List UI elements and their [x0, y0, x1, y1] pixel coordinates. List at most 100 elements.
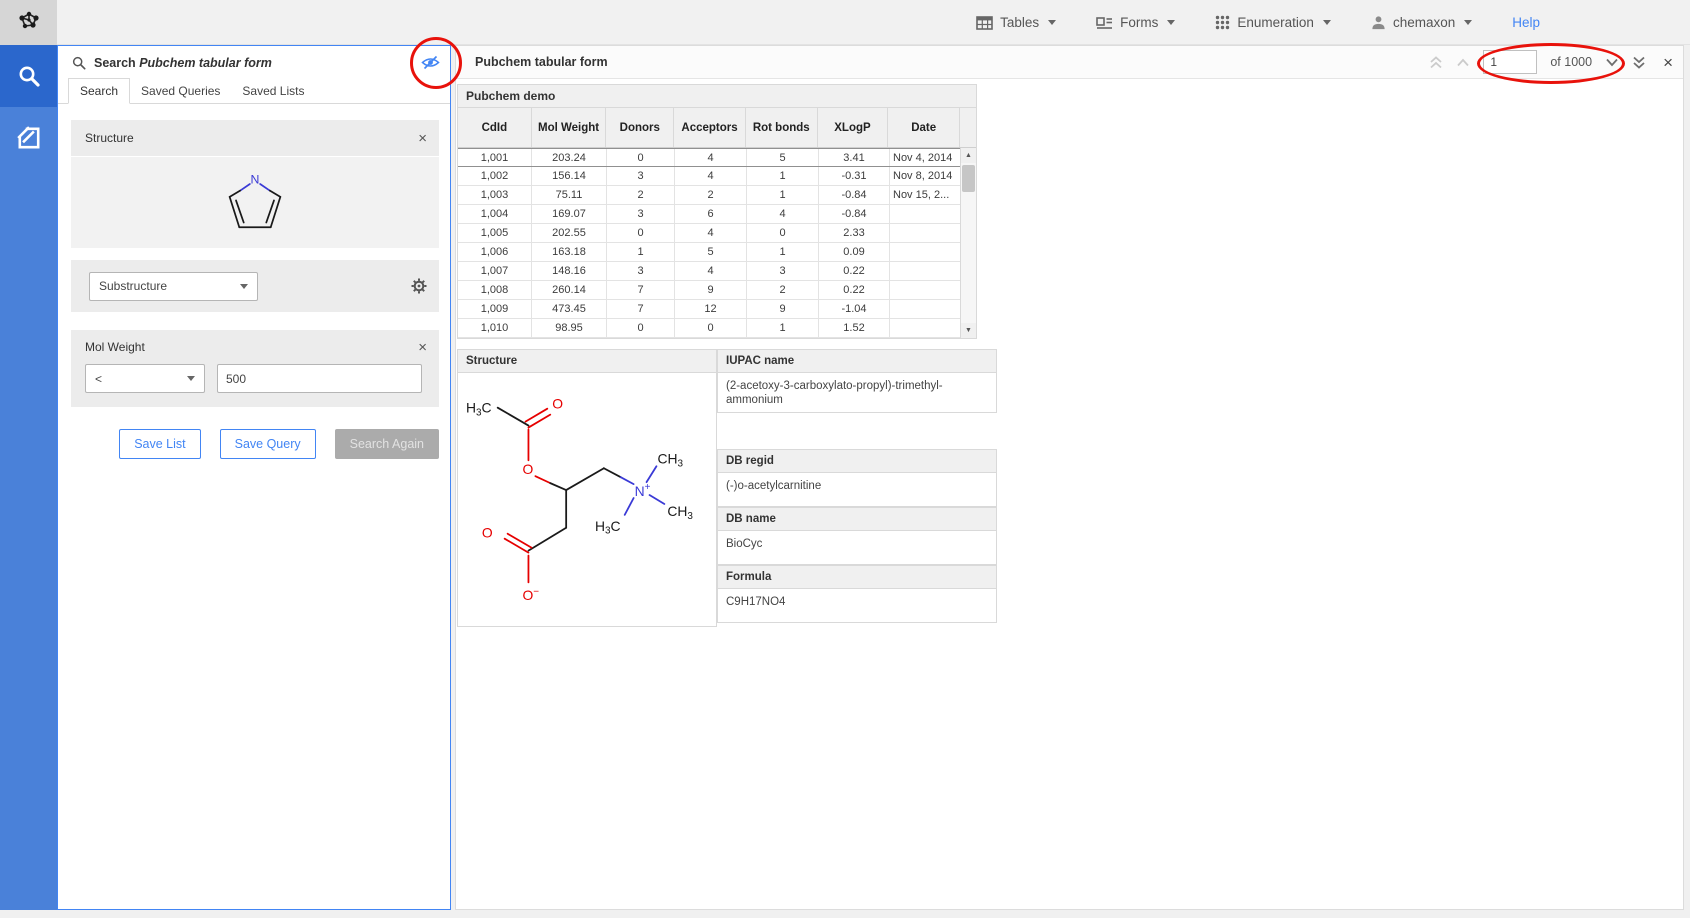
hide-panel-eye-button[interactable] — [421, 55, 440, 70]
table-cell — [890, 224, 962, 242]
table-row[interactable]: 1,008260.147920.22 — [458, 281, 976, 300]
form-title-bar: Pubchem tabular form of 1000 — [456, 46, 1683, 79]
column-header[interactable]: CdId — [458, 108, 532, 147]
record-pager: of 1000 × — [1429, 50, 1673, 74]
column-header[interactable]: Date — [888, 108, 960, 147]
table-row[interactable]: 1,007148.163430.22 — [458, 262, 976, 281]
chevron-down-icon — [1464, 20, 1472, 25]
double-chevron-down-icon — [1632, 56, 1646, 69]
scroll-down-button[interactable]: ▼ — [961, 323, 976, 338]
next-record-button[interactable] — [1605, 58, 1619, 67]
menu-enumeration-label: Enumeration — [1237, 15, 1314, 30]
table-row[interactable]: 1,009473.457129-1.04 — [458, 300, 976, 319]
table-cell: -1.04 — [819, 300, 890, 318]
table-cell: 260.14 — [532, 281, 607, 299]
table-row[interactable]: 1,001203.240453.41Nov 4, 2014 — [458, 148, 976, 167]
tab-saved-lists[interactable]: Saved Lists — [231, 79, 315, 103]
first-record-button[interactable] — [1429, 56, 1443, 69]
search-type-value: Substructure — [99, 279, 167, 293]
molweight-operator-dropdown[interactable]: < — [85, 364, 205, 393]
previous-record-button[interactable] — [1456, 58, 1470, 67]
table-cell: 0 — [607, 224, 675, 242]
table-cell: 4 — [675, 167, 747, 185]
table-row[interactable]: 1,005202.550402.33 — [458, 224, 976, 243]
chevron-down-icon — [187, 376, 195, 381]
molweight-field-header: Mol Weight × — [85, 330, 427, 364]
sidebar-item-form-editor[interactable] — [0, 107, 57, 169]
table-row[interactable]: 1,006163.181510.09 — [458, 243, 976, 262]
pyrrole-structure-drawing: N — [216, 166, 294, 240]
form-editor-icon — [16, 125, 42, 151]
menu-forms[interactable]: Forms — [1096, 15, 1175, 30]
table-cell: 0.22 — [819, 262, 890, 280]
dots-grid-icon — [1215, 15, 1230, 30]
column-header[interactable]: Acceptors — [674, 108, 746, 147]
chevron-down-icon — [1323, 20, 1331, 25]
table-row[interactable]: 1,00375.11221-0.84Nov 15, 2... — [458, 186, 976, 205]
remove-structure-field-button[interactable]: × — [418, 131, 427, 146]
scroll-up-button[interactable]: ▲ — [961, 148, 976, 163]
search-type-dropdown[interactable]: Substructure — [89, 272, 258, 301]
table-cell: Nov 4, 2014 — [890, 149, 962, 166]
table-cell: 1,010 — [458, 319, 532, 337]
structure-options-gear-button[interactable] — [411, 278, 427, 294]
table-cell — [890, 205, 962, 223]
column-header[interactable]: Donors — [606, 108, 674, 147]
molweight-value-input[interactable] — [217, 364, 422, 393]
table-cell: 1 — [607, 243, 675, 261]
table-cell: 4 — [675, 149, 747, 166]
table-cell: 7 — [607, 300, 675, 318]
table-cell: 2 — [607, 186, 675, 204]
table-header-row: CdIdMol WeightDonorsAcceptorsRot bondsXL… — [458, 108, 976, 148]
menu-tables[interactable]: Tables — [976, 15, 1056, 30]
table-cell: 163.18 — [532, 243, 607, 261]
search-title-prefix: Search — [94, 56, 136, 70]
menu-enumeration[interactable]: Enumeration — [1215, 15, 1331, 30]
table-cell: 3 — [607, 205, 675, 223]
table-cell: 98.95 — [532, 319, 607, 337]
table-cell: 2 — [747, 281, 819, 299]
search-criteria-area: Structure × N Substr — [71, 120, 439, 407]
svg-text:O: O — [523, 461, 534, 477]
table-cell: -0.84 — [819, 186, 890, 204]
sidebar-item-search[interactable] — [0, 45, 57, 107]
svg-text:CH3: CH3 — [657, 450, 683, 469]
table-row[interactable]: 1,01098.950011.52 — [458, 319, 976, 338]
table-cell: 473.45 — [532, 300, 607, 318]
molweight-operator-value: < — [95, 372, 102, 386]
table-scrollbar[interactable]: ▲ ▼ — [960, 148, 976, 338]
tab-saved-queries[interactable]: Saved Queries — [130, 79, 231, 103]
save-list-button[interactable]: Save List — [119, 429, 200, 459]
save-query-button[interactable]: Save Query — [220, 429, 316, 459]
molweight-field-label: Mol Weight — [85, 340, 145, 354]
header-filler — [960, 108, 976, 147]
column-header[interactable]: Mol Weight — [532, 108, 607, 147]
last-record-button[interactable] — [1632, 56, 1646, 69]
table-cell: 148.16 — [532, 262, 607, 280]
table-cell: 1 — [747, 243, 819, 261]
column-header[interactable]: XLogP — [818, 108, 889, 147]
grid-title: Pubchem demo — [458, 85, 976, 108]
chevron-down-icon — [240, 284, 248, 289]
menu-user[interactable]: chemaxon — [1371, 15, 1472, 30]
help-link[interactable]: Help — [1512, 15, 1540, 30]
table-cell — [890, 281, 962, 299]
field-value-iupac: (2-acetoxy-3-carboxylato-propyl)-trimeth… — [717, 373, 997, 413]
table-row[interactable]: 1,002156.14341-0.31Nov 8, 2014 — [458, 167, 976, 186]
scrollbar-thumb[interactable] — [962, 165, 975, 192]
svg-text:O−: O− — [523, 586, 540, 603]
table-row[interactable]: 1,004169.07364-0.84 — [458, 205, 976, 224]
column-header[interactable]: Rot bonds — [746, 108, 818, 147]
gear-icon — [411, 278, 427, 294]
record-number-input[interactable] — [1483, 50, 1537, 74]
query-structure-editor[interactable]: N — [71, 157, 439, 248]
form-title: Pubchem tabular form — [475, 55, 608, 69]
tab-search[interactable]: Search — [68, 78, 130, 104]
app-sidebar — [0, 45, 57, 918]
search-again-button[interactable]: Search Again — [335, 429, 439, 459]
close-form-button[interactable]: × — [1663, 54, 1673, 71]
remove-molweight-field-button[interactable]: × — [418, 340, 427, 355]
svg-text:O: O — [482, 525, 493, 541]
table-cell: 0 — [747, 224, 819, 242]
forms-icon — [1096, 16, 1113, 30]
